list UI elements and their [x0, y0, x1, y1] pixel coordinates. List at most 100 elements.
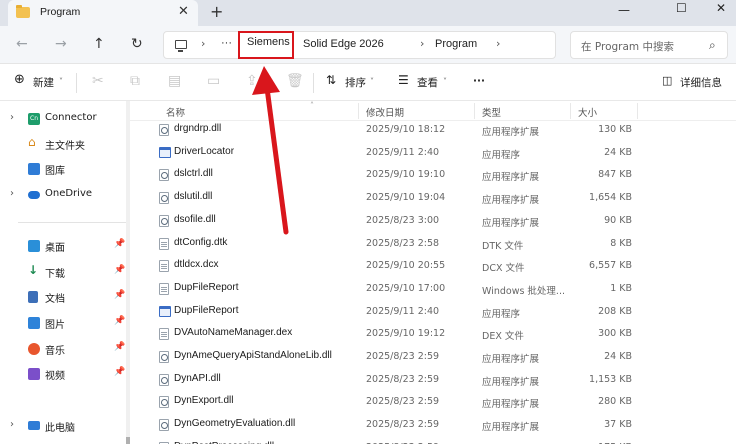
cut-icon[interactable]: ✂ — [92, 73, 104, 89]
file-size: 208 KB — [598, 305, 632, 317]
breadcrumb-program[interactable]: Program — [435, 38, 477, 50]
pin-icon[interactable]: 📌 — [114, 367, 125, 377]
sidebar-item-gallery[interactable]: 图库 — [0, 158, 130, 182]
details-button[interactable]: 详细信息 — [680, 75, 722, 90]
more-options-button[interactable]: ··· — [473, 75, 485, 87]
tab-close-icon[interactable]: ✕ — [178, 4, 189, 19]
column-header-date[interactable]: 修改日期 — [366, 105, 404, 119]
refresh-button[interactable]: ↻ — [131, 34, 143, 54]
file-size: 1,153 KB — [589, 373, 632, 385]
sidebar-item-home[interactable]: ⌂ 主文件夹 — [0, 133, 130, 157]
up-button[interactable]: ↑ — [93, 34, 105, 54]
file-size: 90 KB — [604, 214, 632, 226]
column-divider[interactable] — [570, 103, 571, 119]
sidebar-item-label: 此电脑 — [45, 423, 75, 434]
file-type: 应用程序扩展 — [482, 217, 540, 229]
back-button[interactable]: ← — [16, 34, 28, 54]
chevron-right-icon: › — [496, 37, 501, 50]
sidebar-item-documents[interactable]: 文档 📌 — [0, 286, 130, 310]
file-row[interactable]: DynExport.dll 2025/8/23 2:59 应用程序扩展 280 KB — [130, 391, 736, 414]
file-row[interactable]: DupFileReport 2025/9/10 17:00 Windows 批处理.… — [130, 278, 736, 301]
file-row[interactable]: DynAmeQueryApiStandAloneLib.dll 2025/8/23… — [130, 346, 736, 369]
file-row[interactable]: DupFileReport 2025/9/11 2:40 应用程序 208 KB — [130, 301, 736, 324]
search-input[interactable]: 在 Program 中搜索 ⌕ — [570, 31, 728, 59]
address-field[interactable]: › ··· Solid Edge 2026 › Program › — [163, 31, 556, 59]
paste-icon[interactable]: ▤ — [168, 73, 181, 89]
column-divider[interactable] — [358, 103, 359, 119]
file-row[interactable]: DVAutoNameManager.dex 2025/9/10 19:12 DEX … — [130, 323, 736, 346]
file-row[interactable]: dslctrl.dll 2025/9/10 19:10 应用程序扩展 847 KB — [130, 164, 736, 187]
sidebar-item-desktop[interactable]: 桌面 📌 — [0, 235, 130, 259]
close-button[interactable]: ✕ — [716, 1, 726, 15]
breadcrumb-solid-edge[interactable]: Solid Edge 2026 — [303, 38, 384, 50]
file-name: DynAmeQueryApiStandAloneLib.dll — [174, 350, 332, 361]
pin-icon[interactable]: 📌 — [114, 290, 125, 300]
sidebar-item-connector[interactable]: › Cn Connector — [0, 108, 130, 132]
chevron-right-icon[interactable]: › — [10, 188, 14, 199]
tab-program[interactable]: Program ✕ — [8, 0, 198, 26]
chevron-right-icon[interactable]: › — [10, 112, 14, 123]
sidebar-item-this-pc[interactable]: › 此电脑 — [0, 415, 130, 439]
command-bar: ⊕ 新建 ˅ ✂ ⧉ ▤ ▭ ⇪ 🗑 ⇅ 排序 ˅ ☰ 查看 ˅ ··· ◫ 详… — [0, 65, 736, 101]
file-row[interactable]: dslutil.dll 2025/9/10 19:04 应用程序扩展 1,654 KB — [130, 187, 736, 210]
file-date: 2025/9/11 2:40 — [366, 146, 440, 158]
breadcrumb-siemens[interactable]: Siemens — [247, 36, 290, 48]
column-header-size[interactable]: 大小 — [578, 105, 597, 119]
column-divider[interactable] — [637, 103, 638, 119]
sidebar-item-downloads[interactable]: ↓ 下载 📌 — [0, 261, 130, 285]
column-divider[interactable] — [474, 103, 475, 119]
file-size: 6,557 KB — [589, 260, 632, 272]
new-tab-button[interactable]: + — [210, 2, 223, 21]
divider — [18, 222, 128, 223]
file-size: 280 KB — [598, 396, 632, 408]
sidebar-item-label: 下载 — [45, 269, 65, 280]
file-explorer-window: Program ✕ + — ☐ ✕ ← → ↑ ↻ › ··· Solid Ed… — [0, 0, 736, 444]
sidebar-item-videos[interactable]: 视频 📌 — [0, 363, 130, 387]
file-date: 2025/8/23 2:58 — [366, 237, 440, 249]
file-row[interactable]: DriverLocator 2025/9/11 2:40 应用程序 24 KB — [130, 142, 736, 165]
file-icon — [159, 260, 169, 273]
sidebar-item-music[interactable]: 音乐 📌 — [0, 338, 130, 362]
file-name: dsofile.dll — [174, 213, 216, 225]
rename-icon[interactable]: ▭ — [207, 73, 220, 89]
sidebar-item-label: Connector — [45, 112, 97, 123]
file-name: DupFileReport — [174, 304, 239, 316]
sidebar-item-pictures[interactable]: 图片 📌 — [0, 312, 130, 336]
file-date: 2025/9/10 19:04 — [366, 192, 446, 204]
search-placeholder: 在 Program 中搜索 — [581, 41, 674, 53]
search-icon: ⌕ — [709, 38, 716, 52]
file-row[interactable]: DynAPI.dll 2025/8/23 2:59 应用程序扩展 1,153 KB — [130, 369, 736, 392]
file-size: 24 KB — [604, 146, 632, 158]
minimize-button[interactable]: — — [618, 3, 630, 17]
new-button[interactable]: 新建 — [33, 75, 54, 90]
file-name: dslctrl.dll — [174, 168, 213, 180]
pin-icon[interactable]: 📌 — [114, 265, 125, 275]
column-header-type[interactable]: 类型 — [482, 105, 501, 119]
file-row[interactable]: DynPostProcessing.dll2025/8/23 2:59应用程序扩… — [130, 437, 736, 444]
delete-icon[interactable]: 🗑 — [286, 73, 304, 89]
chevron-right-icon[interactable]: › — [10, 419, 14, 430]
file-row[interactable]: dsofile.dll 2025/8/23 3:00 应用程序扩展 90 KB — [130, 210, 736, 233]
file-size: 24 KB — [604, 351, 632, 362]
sidebar-item-label: 音乐 — [45, 346, 65, 357]
pin-icon[interactable]: 📌 — [114, 316, 125, 326]
sort-button[interactable]: 排序 — [345, 75, 366, 90]
file-date: 2025/9/10 19:10 — [366, 169, 446, 181]
pin-icon[interactable]: 📌 — [114, 239, 125, 249]
copy-icon[interactable]: ⧉ — [130, 73, 140, 89]
share-icon[interactable]: ⇪ — [246, 73, 258, 89]
file-row[interactable]: dtConfig.dtk 2025/8/23 2:58 DTK 文件 8 KB — [130, 233, 736, 256]
maximize-button[interactable]: ☐ — [676, 1, 687, 15]
breadcrumb-more[interactable]: ··· — [221, 37, 232, 49]
file-icon — [159, 237, 169, 250]
chevron-right-icon: › — [201, 37, 206, 50]
file-row[interactable]: drgndrp.dll 2025/9/10 18:12 应用程序扩展 130 KB — [130, 119, 736, 142]
sidebar-item-onedrive[interactable]: › OneDrive — [0, 184, 130, 208]
file-row[interactable]: dtldcx.dcx 2025/9/10 20:55 DCX 文件 6,557 KB — [130, 255, 736, 278]
column-header-name[interactable]: 名称 — [166, 105, 185, 119]
pin-icon[interactable]: 📌 — [114, 342, 125, 352]
file-row[interactable]: DynGeometryEvaluation.dll 2025/8/23 2:59 应… — [130, 414, 736, 437]
view-button[interactable]: 查看 — [417, 75, 438, 90]
file-type: 应用程序扩展 — [482, 172, 540, 184]
forward-button[interactable]: → — [55, 34, 67, 54]
